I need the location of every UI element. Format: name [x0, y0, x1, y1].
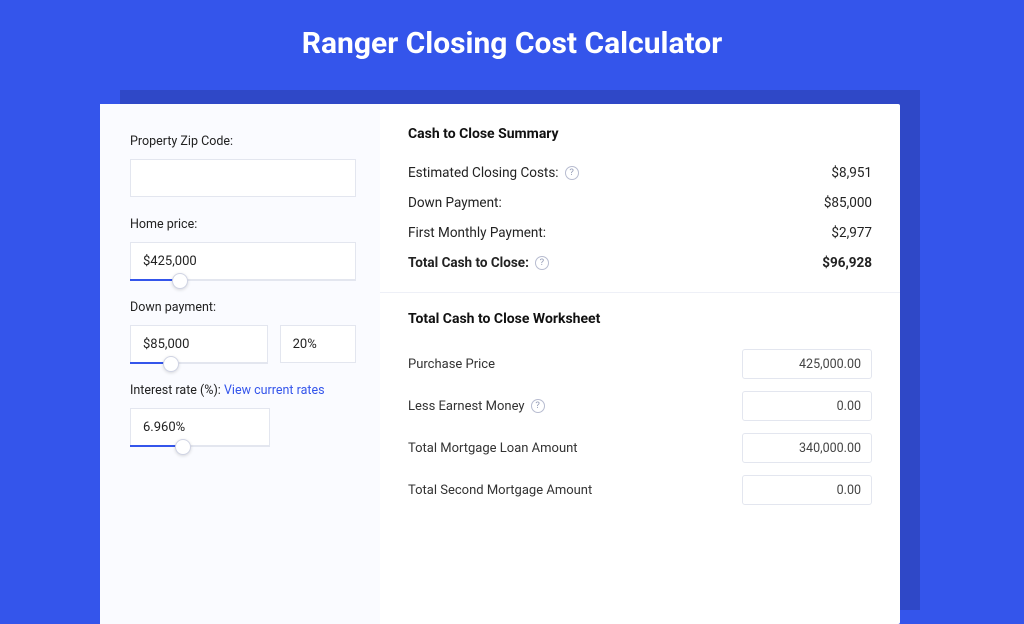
rate-label-row: Interest rate (%): View current rates	[130, 383, 356, 398]
help-icon[interactable]: ?	[531, 399, 545, 413]
summary-total-value: $96,928	[822, 255, 872, 271]
help-icon[interactable]: ?	[565, 166, 579, 180]
summary-label: Down Payment:	[408, 195, 502, 211]
worksheet-row-earnest: Less Earnest Money ?	[408, 385, 872, 427]
summary-value: $2,977	[831, 225, 872, 241]
worksheet-input-earnest[interactable]	[742, 391, 872, 421]
rate-slider-thumb[interactable]	[175, 439, 191, 455]
worksheet-input-purchase-price[interactable]	[742, 349, 872, 379]
down-payment-input[interactable]	[130, 325, 268, 363]
inputs-panel: Property Zip Code: Home price: Down paym…	[100, 104, 380, 624]
summary-value: $85,000	[824, 195, 872, 211]
down-payment-pct-input[interactable]	[280, 325, 356, 363]
summary-label: First Monthly Payment:	[408, 225, 546, 241]
worksheet-label: Less Earnest Money	[408, 399, 525, 414]
worksheet-input-loan-amount[interactable]	[742, 433, 872, 463]
worksheet-row-purchase-price: Purchase Price	[408, 343, 872, 385]
view-rates-link[interactable]: View current rates	[224, 383, 325, 398]
summary-row-first-payment: First Monthly Payment: $2,977	[408, 218, 872, 248]
summary-row-total: Total Cash to Close: ? $96,928	[408, 248, 872, 278]
summary-total-label: Total Cash to Close:	[408, 255, 529, 271]
zip-label: Property Zip Code:	[130, 134, 356, 149]
summary-row-down-payment: Down Payment: $85,000	[408, 188, 872, 218]
zip-input[interactable]	[130, 159, 356, 197]
calculator-card: Property Zip Code: Home price: Down paym…	[100, 104, 900, 624]
worksheet-row-second-mortgage: Total Second Mortgage Amount	[408, 469, 872, 511]
summary-row-closing-costs: Estimated Closing Costs: ? $8,951	[408, 158, 872, 188]
worksheet-label: Total Mortgage Loan Amount	[408, 441, 578, 456]
rate-input[interactable]	[130, 408, 270, 446]
home-price-label: Home price:	[130, 217, 356, 232]
help-icon[interactable]: ?	[535, 256, 549, 270]
home-price-input[interactable]	[130, 242, 356, 280]
section-divider	[380, 292, 900, 293]
worksheet-input-second-mortgage[interactable]	[742, 475, 872, 505]
home-price-slider-thumb[interactable]	[172, 273, 188, 289]
worksheet-heading: Total Cash to Close Worksheet	[408, 311, 872, 327]
down-payment-slider-thumb[interactable]	[163, 356, 179, 372]
worksheet-label: Total Second Mortgage Amount	[408, 483, 592, 498]
results-panel: Cash to Close Summary Estimated Closing …	[380, 104, 900, 624]
page-title: Ranger Closing Cost Calculator	[0, 0, 1024, 83]
summary-heading: Cash to Close Summary	[408, 126, 872, 142]
rate-label: Interest rate (%):	[130, 383, 221, 398]
summary-value: $8,951	[831, 165, 872, 181]
down-payment-label: Down payment:	[130, 300, 356, 315]
summary-label: Estimated Closing Costs:	[408, 165, 559, 181]
worksheet-row-loan-amount: Total Mortgage Loan Amount	[408, 427, 872, 469]
worksheet-label: Purchase Price	[408, 357, 495, 372]
